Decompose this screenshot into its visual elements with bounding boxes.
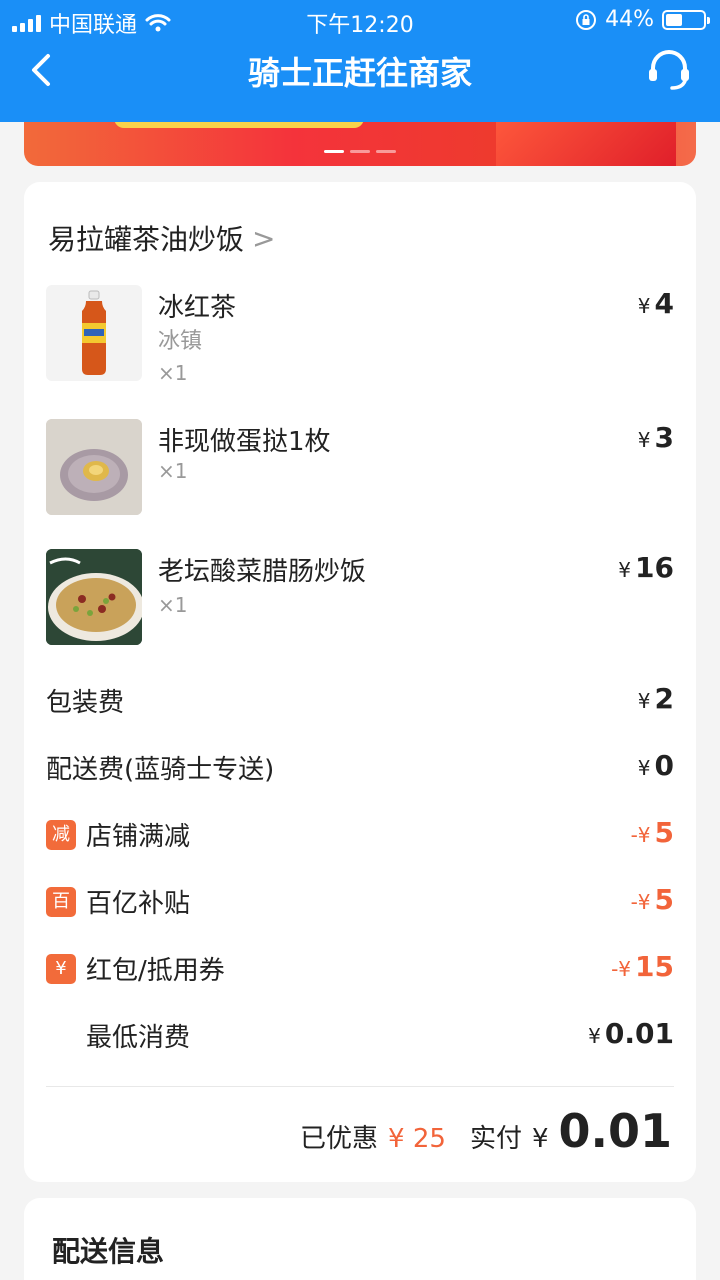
item-quantity: ×1: [158, 361, 188, 385]
discount-tag-icon: 百: [46, 886, 76, 917]
discount-value: -¥ 5: [630, 883, 674, 916]
shop-link[interactable]: 易拉罐茶油炒饭 >: [48, 218, 275, 258]
header-bar: 中国联通 下午12:20 44% 骑士正赶往商家: [0, 0, 720, 122]
item-spec: 冰镇: [158, 329, 203, 354]
paid-value: 0.01: [558, 1104, 673, 1158]
discount-label: 百亿补贴: [86, 889, 191, 919]
order-item[interactable]: 老坛酸菜腊肠炒饭 ×1 ¥16: [46, 549, 674, 649]
section-title: 配送信息: [52, 1235, 165, 1268]
discount-label: 店铺满减: [86, 822, 191, 852]
battery-percent: 44%: [605, 7, 654, 32]
item-price: ¥4: [637, 287, 674, 320]
discount-tag-icon: 减: [46, 819, 76, 850]
discount-value: -¥ 5: [630, 816, 674, 849]
discount-value: -¥ 15: [611, 950, 674, 983]
item-price: ¥16: [618, 551, 674, 584]
packing-fee-row: 包装费 ¥2: [46, 682, 674, 718]
minimum-spend-row: 最低消费 ¥0.01: [46, 1017, 674, 1053]
minimum-value: ¥0.01: [588, 1017, 674, 1050]
order-total: 已优惠 ¥ 25 实付 ¥ 0.01: [300, 1104, 672, 1158]
item-image-fried-rice: [46, 549, 142, 645]
minimum-label: 最低消费: [86, 1023, 191, 1053]
battery-level-fill: [666, 13, 682, 26]
currency-symbol: ¥: [637, 428, 651, 452]
item-quantity: ×1: [158, 593, 188, 617]
discount-row[interactable]: ¥ 红包/抵用券 -¥ 15: [46, 950, 674, 986]
item-name: 非现做蛋挞1枚: [158, 427, 331, 457]
rotation-lock-icon: [576, 9, 597, 30]
item-image-egg-tart: [46, 419, 142, 515]
currency-symbol: ¥: [618, 558, 632, 582]
discount-row: 减店铺满减 -¥ 5: [46, 816, 674, 852]
paid-label: 实付: [469, 1124, 522, 1154]
paid-currency: ¥: [531, 1124, 549, 1154]
fee-value: ¥0: [637, 749, 674, 782]
divider: [46, 1086, 674, 1087]
status-bar: 中国联通 下午12:20 44%: [0, 0, 720, 40]
saved-label: 已优惠: [300, 1124, 379, 1154]
order-item[interactable]: 非现做蛋挞1枚 ×1 ¥3: [46, 419, 674, 519]
item-name: 老坛酸菜腊肠炒饭: [158, 557, 367, 587]
order-item[interactable]: 冰红茶 冰镇 ×1 ¥4: [46, 285, 674, 385]
item-name: 冰红茶: [158, 293, 237, 323]
banner-pagination: [324, 150, 396, 153]
fee-value: ¥2: [637, 682, 674, 715]
order-detail-card: 易拉罐茶油炒饭 > 冰红茶 冰镇 ×1 ¥4 非现做蛋挞1枚 ×1 ¥ 3 老坛…: [24, 182, 696, 1182]
item-image-iced-tea: [46, 285, 142, 381]
fee-label: 包装费: [46, 688, 125, 718]
fee-label: 配送费(蓝骑士专送): [46, 755, 275, 785]
battery-icon: [662, 9, 710, 30]
page-title: 骑士正赶往商家: [247, 54, 472, 92]
saved-value: ¥ 25: [388, 1124, 446, 1154]
discount-tag-icon: ¥: [46, 953, 76, 984]
chevron-right-icon: >: [252, 221, 276, 255]
item-quantity: ×1: [158, 459, 188, 483]
item-price: ¥3: [637, 421, 674, 454]
delivery-fee-row: 配送费(蓝骑士专送) ¥0: [46, 749, 674, 785]
customer-service-icon[interactable]: [646, 48, 692, 92]
discount-row: 百百亿补贴 -¥ 5: [46, 883, 674, 919]
currency-symbol: ¥: [637, 294, 651, 318]
shop-name: 易拉罐茶油炒饭: [48, 223, 245, 256]
delivery-info-card: 配送信息: [24, 1198, 696, 1280]
discount-label: 红包/抵用券: [86, 956, 225, 986]
